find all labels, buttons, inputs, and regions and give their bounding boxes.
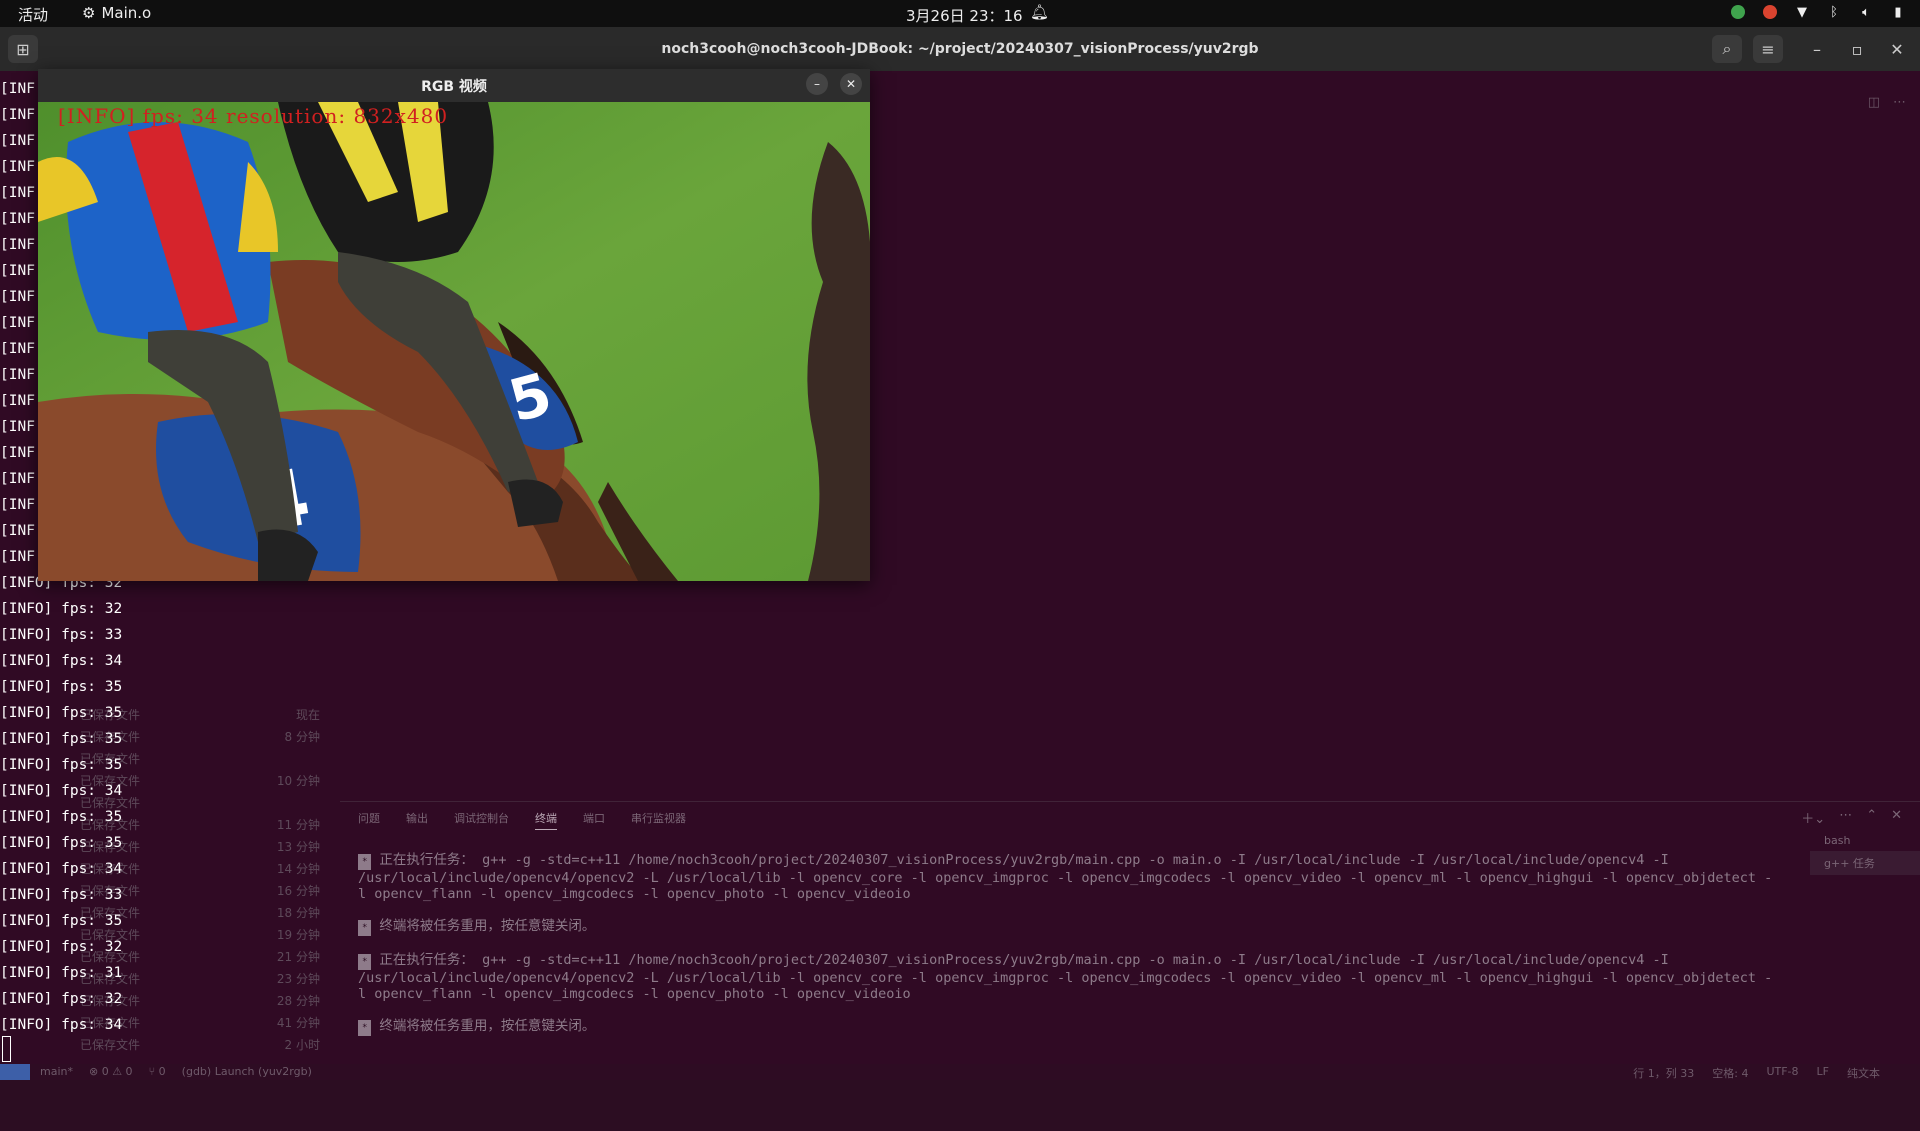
editor-tab-area: ◫ ⋯ [870,93,1920,121]
close-panel-icon[interactable]: ✕ [1891,808,1902,827]
task-badge-icon: * [358,920,372,936]
clock[interactable]: 3月26日 23：16 [906,5,1023,26]
app-menu[interactable]: ⚙ Main.o [82,4,151,22]
branch-indicator[interactable]: main* [40,1065,73,1078]
bluetooth-icon[interactable]: ᛒ [1826,4,1842,20]
task-line: * 正在执行任务： g++ -g -std=c++11 /home/noch3co… [358,852,1773,902]
remote-indicator[interactable] [0,1064,30,1080]
log-line: [INFO] fps: 35 [0,705,123,721]
minimize-icon[interactable]: – [1802,35,1832,63]
rgb-video-window[interactable]: RGB 视频 – ✕ 4 5 [38,69,870,581]
ports-indicator[interactable]: ⑂ 0 [149,1065,166,1078]
log-line: [INFO] fps: 31 [0,965,123,981]
search-icon[interactable]: ⌕ [1712,35,1742,63]
terminal-title: noch3cooh@noch3cooh-JDBook: ~/project/20… [661,41,1259,57]
terminal-list: bash g++ 任务 [1810,830,1920,875]
notification-bell-icon[interactable]: 🔔︎ [1030,3,1049,21]
app-icon: ⚙ [82,4,96,22]
tab-debug-console[interactable]: 调试控制台 [454,810,509,830]
horse-race-frame-image: 4 5 [38,102,870,581]
app-name: Main.o [101,4,152,22]
log-line: [INFO] fps: 34 [0,783,123,799]
system-tray: ▼ ᛒ 🔈︎ ▮ [1730,4,1906,20]
timeline-item-label: 已保存文件 [80,1038,141,1052]
log-line: [INFO] fps: 34 [0,653,123,669]
input-method-icon[interactable] [1762,4,1778,20]
fps-overlay-text: [INFO] fps: 34 resolution: 832x480 [58,104,449,128]
more-icon[interactable]: ⋯ [1839,808,1852,827]
panel-actions: ＋⌄ ⋯ ⌃ ✕ [1801,808,1902,827]
close-icon[interactable]: ✕ [840,73,862,95]
timeline-item-time: 2 小时 [284,1038,320,1052]
wifi-icon[interactable]: ▼ [1794,4,1810,20]
encoding[interactable]: UTF-8 [1766,1065,1798,1081]
log-line: [INFO] fps: 33 [0,627,123,643]
wechat-icon[interactable] [1730,4,1746,20]
log-line: [INFO] fps: 35 [0,731,123,747]
eol[interactable]: LF [1817,1065,1829,1081]
terminal-output: * 正在执行任务： g++ -g -std=c++11 /home/noch3co… [358,852,1778,1052]
terminal-item-bash[interactable]: bash [1810,830,1920,851]
maximize-panel-icon[interactable]: ⌃ [1866,808,1877,827]
log-line: [INFO] fps: 34 [0,861,123,877]
top-bar: 活动 ⚙ Main.o 3月26日 23：16 🔔︎ ▼ ᛒ 🔈︎ ▮ [0,0,1920,27]
video-frame: 4 5 [INFO] fps: 34 resolution: [38,102,870,581]
status-bar: main* ⊗ 0 ⚠ 0 ⑂ 0 (gdb) Launch (yuv2rgb)… [0,1064,1920,1080]
language-mode[interactable]: 纯文本 [1847,1065,1880,1081]
tab-output[interactable]: 输出 [406,810,428,830]
log-line: [INFO] fps: 35 [0,835,123,851]
terminal-item-gpp[interactable]: g++ 任务 [1810,851,1920,875]
log-line: [INFO] fps: 32 [0,939,123,955]
log-line: [INFO] fps: 35 [0,757,123,773]
split-editor-icon[interactable]: ◫ [1868,95,1880,110]
timeline-item[interactable]: 已保存文件 2 小时 [80,1036,320,1053]
terminal-titlebar: ⊞ noch3cooh@noch3cooh-JDBook: ~/project/… [0,27,1920,71]
hamburger-menu-icon[interactable]: ≡ [1753,35,1783,63]
tab-problems[interactable]: 问题 [358,810,380,830]
log-line: [INFO] fps: 33 [0,887,123,903]
volume-icon[interactable]: 🔈︎ [1858,4,1874,20]
tab-terminal[interactable]: 终端 [535,810,557,830]
log-line: [INFO] fps: 34 [0,1017,123,1033]
log-line: [INFO] fps: 32 [0,991,123,1007]
reuse-line: * 终端将被任务重用，按任意键关闭。 [358,1018,1778,1036]
launch-config[interactable]: (gdb) Launch (yuv2rgb) [182,1065,312,1078]
log-line: [INFO] fps: 35 [0,913,123,929]
terminal-cursor [2,1036,11,1062]
add-terminal-icon[interactable]: ＋⌄ [1801,808,1825,827]
bottom-panel: 问题 输出 调试控制台 终端 端口 串行监视器 ＋⌄ ⋯ ⌃ ✕ * 正在执行任务… [340,801,1920,1065]
log-line: [INFO] fps: 32 [0,601,123,617]
log-line: [INFO] fps: 35 [0,809,123,825]
activities-button[interactable]: 活动 [18,4,48,25]
tab-serial-monitor[interactable]: 串行监视器 [631,810,686,830]
cursor-position[interactable]: 行 1，列 33 [1633,1065,1694,1081]
minimize-icon[interactable]: – [806,73,828,95]
task-badge-icon: * [358,1020,372,1036]
tab-ports[interactable]: 端口 [583,810,605,830]
task-badge-icon: * [358,854,372,870]
reuse-line: * 终端将被任务重用，按任意键关闭。 [358,918,1778,936]
more-actions-icon[interactable]: ⋯ [1893,95,1906,110]
close-icon[interactable]: ✕ [1882,35,1912,63]
log-line: [INFO] fps: 35 [0,679,123,695]
indent-setting[interactable]: 空格: 4 [1712,1065,1748,1081]
task-line: * 正在执行任务： g++ -g -std=c++11 /home/noch3co… [358,952,1773,1002]
task-badge-icon: * [358,954,372,970]
panel-tabs: 问题 输出 调试控制台 终端 端口 串行监视器 [358,810,686,830]
battery-icon[interactable]: ▮ [1890,4,1906,20]
maximize-icon[interactable]: ▫ [1842,35,1872,63]
video-window-title: RGB 视频 [421,79,487,95]
problems-indicator[interactable]: ⊗ 0 ⚠ 0 [89,1065,133,1078]
